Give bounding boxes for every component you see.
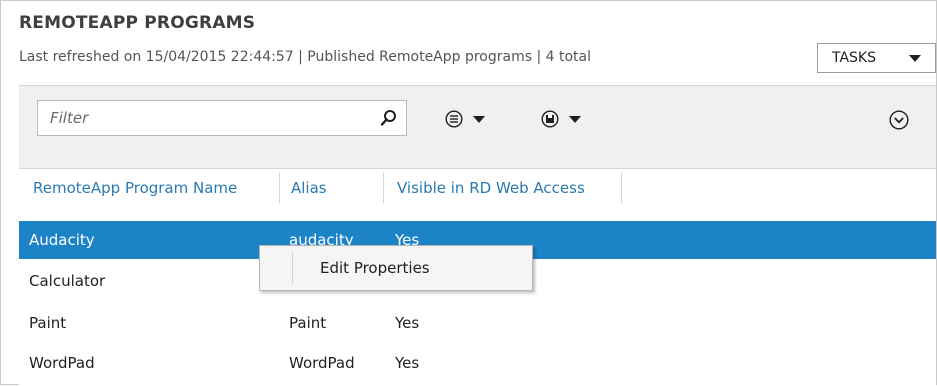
chevron-down-icon bbox=[473, 115, 485, 123]
program-name-cell: WordPad bbox=[29, 354, 95, 372]
alias-cell: WordPad bbox=[289, 354, 355, 372]
column-header-visible-in-rd-web-access[interactable]: Visible in RD Web Access bbox=[397, 173, 585, 203]
list-view-options-button[interactable] bbox=[445, 108, 485, 130]
menu-divider bbox=[292, 252, 293, 284]
list-view-icon bbox=[445, 110, 463, 128]
column-divider[interactable] bbox=[621, 173, 622, 203]
toolbar bbox=[19, 85, 936, 169]
table-row[interactable]: WordPad WordPad Yes bbox=[19, 344, 936, 382]
filter-box[interactable] bbox=[37, 100, 407, 136]
context-menu: Edit Properties bbox=[259, 245, 533, 291]
tasks-dropdown-button[interactable]: TASKS bbox=[817, 43, 936, 73]
status-subtitle: Last refreshed on 15/04/2015 22:44:57 | … bbox=[19, 49, 592, 65]
expand-icon[interactable] bbox=[889, 110, 909, 130]
save-query-button[interactable] bbox=[541, 108, 581, 130]
save-icon bbox=[541, 110, 559, 128]
remoteapp-programs-window: REMOTEAPP PROGRAMS Last refreshed on 15/… bbox=[0, 0, 937, 386]
table-row[interactable]: Paint Paint Yes bbox=[19, 304, 936, 342]
search-icon[interactable] bbox=[380, 109, 398, 127]
column-header-program-name[interactable]: RemoteApp Program Name bbox=[33, 173, 237, 203]
alias-cell: Paint bbox=[289, 314, 327, 332]
program-name-cell: Paint bbox=[29, 314, 67, 332]
filter-input[interactable] bbox=[50, 109, 360, 127]
visible-cell: Yes bbox=[395, 314, 420, 332]
column-divider[interactable] bbox=[279, 173, 280, 203]
program-name-cell: Calculator bbox=[29, 272, 106, 290]
chevron-down-icon bbox=[569, 115, 581, 123]
page-title: REMOTEAPP PROGRAMS bbox=[19, 13, 256, 33]
tasks-label: TASKS bbox=[832, 50, 876, 66]
program-name-cell: Audacity bbox=[29, 231, 95, 249]
programs-panel: RemoteApp Program Name Alias Visible in … bbox=[19, 85, 936, 386]
column-divider[interactable] bbox=[383, 173, 384, 203]
edit-properties-menu-item[interactable]: Edit Properties bbox=[320, 246, 430, 290]
chevron-down-icon bbox=[909, 55, 921, 62]
visible-cell: Yes bbox=[395, 354, 420, 372]
column-header-alias[interactable]: Alias bbox=[291, 173, 327, 203]
